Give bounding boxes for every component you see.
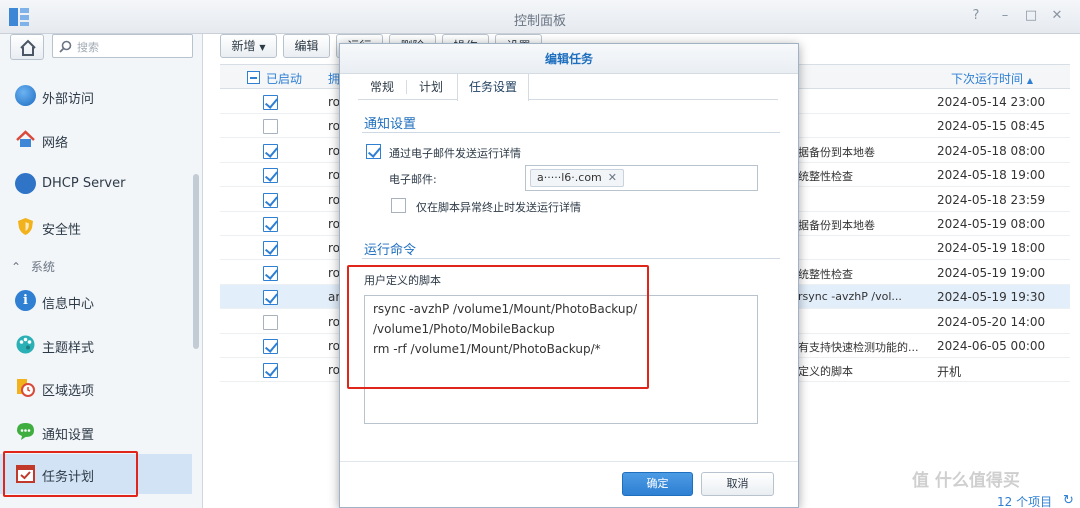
sidebar-scrollbar[interactable]	[193, 174, 199, 349]
email-tag: a·····l6·.com ✕	[530, 169, 624, 187]
tab-general[interactable]: 常规	[358, 74, 406, 100]
column-enabled[interactable]: 已启动	[266, 70, 302, 87]
sort-asc-icon: ▲	[1026, 76, 1033, 85]
item-count: 12 个项目	[997, 495, 1053, 508]
task-cell: 据备份到本地卷	[798, 145, 875, 159]
info-icon: i	[15, 290, 36, 311]
ok-button[interactable]: 确定	[622, 472, 693, 496]
home-icon	[20, 39, 36, 56]
task-cell: 统整性检查	[798, 170, 853, 184]
help-icon[interactable]: ?	[969, 9, 983, 23]
enabled-checkbox[interactable]	[263, 192, 278, 208]
cancel-button[interactable]: 取消	[701, 472, 774, 496]
enabled-checkbox[interactable]	[263, 363, 278, 379]
network-house-icon	[16, 130, 35, 147]
remove-tag-icon[interactable]: ✕	[608, 171, 617, 184]
select-all-checkbox[interactable]	[247, 71, 260, 84]
highlight-box-script	[347, 265, 649, 389]
caret-down-icon: ▼	[259, 43, 266, 52]
search-placeholder: 搜索	[77, 41, 99, 54]
palette-icon	[16, 335, 35, 354]
next-run-cell: 2024-05-19 18:00	[937, 241, 1046, 256]
next-run-cell: 2024-05-18 19:00	[937, 168, 1046, 183]
next-run-cell: 2024-05-14 23:00	[937, 95, 1046, 109]
search-input[interactable]: 搜索	[52, 34, 193, 58]
sidebar-item-security[interactable]: 安全性	[0, 207, 192, 247]
title-bar: 控制面板 ? – □ ✕	[0, 0, 1080, 34]
notify-section-title: 通知设置	[364, 117, 417, 132]
enabled-checkbox[interactable]	[263, 217, 278, 232]
dialog-tabs: 常规 计划 任务设置	[358, 74, 778, 101]
send-email-checkbox[interactable]	[366, 144, 381, 159]
next-run-cell: 2024-05-19 19:00	[937, 265, 1046, 280]
sidebar-item-theme[interactable]: 主题样式	[0, 325, 192, 365]
create-button[interactable]: 新增 ▼	[220, 34, 277, 58]
dialog-footer-divider	[340, 461, 798, 462]
sidebar-item-regional[interactable]: 区域选项	[0, 368, 192, 408]
sidebar-item-dhcp[interactable]: DHCP Server	[0, 164, 192, 204]
search-icon	[59, 40, 72, 53]
enabled-checkbox[interactable]	[263, 265, 278, 281]
next-run-cell: 2024-05-20 14:00	[937, 314, 1046, 329]
only-abnormal-label: 仅在脚本异常终止时发送运行详情	[416, 201, 581, 214]
email-label: 电子邮件:	[389, 173, 437, 186]
sidebar-item-network[interactable]: 网络	[0, 120, 192, 160]
email-field[interactable]: a·····l6·.com ✕	[525, 165, 758, 191]
next-run-cell: 2024-05-18 08:00	[937, 143, 1046, 158]
sidebar-item-notification[interactable]: 通知设置	[0, 412, 192, 452]
sidebar: 搜索 外部访问 网络 DHCP Server 安全性 ⌃ 系统 i 信息中心 主…	[0, 34, 203, 508]
next-run-cell: 开机	[937, 365, 962, 380]
tab-task-settings[interactable]: 任务设置	[457, 74, 529, 101]
enabled-checkbox[interactable]	[263, 143, 278, 159]
refresh-icon[interactable]: ↻	[1063, 493, 1074, 508]
watermark: 值 什么值得买	[912, 471, 1020, 491]
chevron-up-icon: ⌃	[11, 260, 22, 274]
minimize-icon[interactable]: –	[998, 9, 1012, 23]
dialog-title: 编辑任务	[340, 44, 798, 74]
region-clock-icon	[17, 379, 35, 397]
task-cell: 定义的脚本	[798, 365, 853, 379]
dhcp-icon	[15, 173, 36, 194]
only-abnormal-checkbox[interactable]	[391, 198, 406, 213]
home-button[interactable]	[10, 34, 44, 60]
globe-icon	[15, 85, 36, 106]
task-cell: 统整性检查	[798, 267, 853, 281]
next-run-cell: 2024-05-15 08:45	[937, 119, 1046, 134]
send-email-label: 通过电子邮件发送运行详情	[389, 147, 521, 160]
highlight-box-task-scheduler	[3, 451, 138, 497]
close-icon[interactable]: ✕	[1050, 9, 1064, 23]
next-run-cell: 2024-05-19 08:00	[937, 217, 1046, 231]
task-cell: 据备份到本地卷	[798, 219, 875, 232]
task-cell: rsync -avzhP /vol...	[798, 290, 902, 304]
next-run-cell: 2024-06-05 00:00	[937, 339, 1046, 353]
enabled-checkbox[interactable]	[263, 290, 278, 306]
enabled-checkbox[interactable]	[263, 168, 278, 184]
window-title: 控制面板	[513, 14, 566, 29]
divider	[362, 132, 780, 133]
sidebar-item-external-access[interactable]: 外部访问	[0, 76, 192, 116]
shield-icon	[18, 218, 33, 235]
enabled-checkbox[interactable]	[263, 119, 278, 135]
section-system-header[interactable]: ⌃ 系统	[11, 258, 55, 275]
maximize-icon[interactable]: □	[1024, 9, 1038, 23]
sidebar-item-info-center[interactable]: i 信息中心	[0, 281, 192, 321]
edit-button[interactable]: 编辑	[283, 34, 330, 58]
enabled-checkbox[interactable]	[263, 241, 278, 257]
task-cell: 有支持快速检测功能的...	[798, 341, 919, 354]
column-next-run[interactable]: 下次运行时间 ▲	[951, 70, 1033, 87]
next-run-cell: 2024-05-18 23:59	[937, 192, 1046, 207]
tab-schedule[interactable]: 计划	[407, 74, 455, 100]
enabled-checkbox[interactable]	[263, 95, 278, 110]
divider	[362, 258, 780, 259]
enabled-checkbox[interactable]	[263, 339, 278, 354]
next-run-cell: 2024-05-19 19:30	[937, 290, 1046, 305]
enabled-checkbox[interactable]	[263, 314, 278, 330]
chat-bubble-icon	[17, 423, 34, 440]
command-section-title: 运行命令	[364, 243, 417, 258]
